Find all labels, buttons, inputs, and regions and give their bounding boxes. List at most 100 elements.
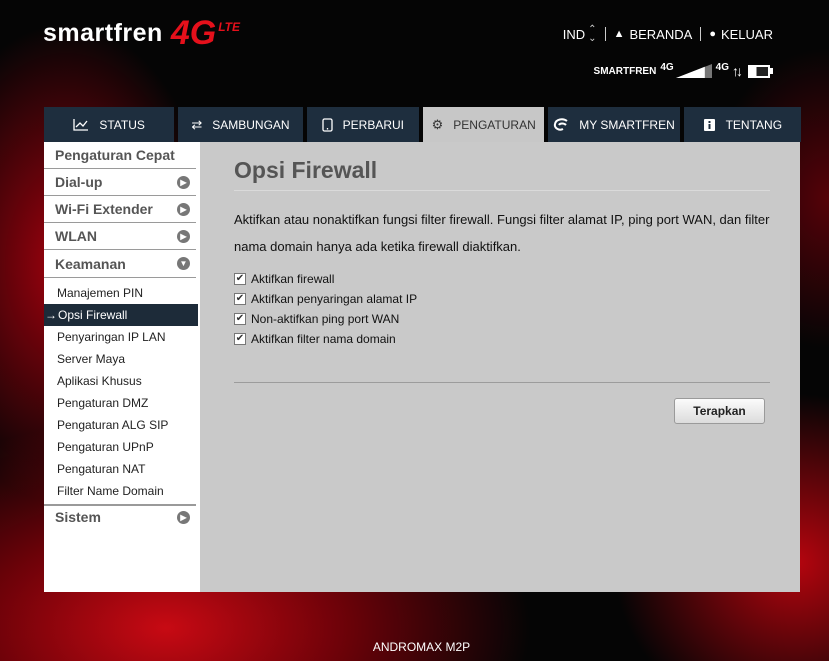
home-link[interactable]: ▲ BERANDA xyxy=(614,27,693,42)
option-disable-wan-ping[interactable]: ✔ Non-aktifkan ping port WAN xyxy=(234,309,770,329)
option-enable-firewall[interactable]: ✔ Aktifkan firewall xyxy=(234,269,770,289)
language-arrows-icon[interactable]: ⌃ ⌄ xyxy=(588,25,596,44)
chevron-right-icon: ▶ xyxy=(177,229,190,243)
sidebar-subitem-alg-sip[interactable]: Pengaturan ALG SIP xyxy=(44,414,200,436)
arrow-right-icon: → xyxy=(45,308,57,322)
top-links: IND ⌃ ⌄ ▲ BERANDA ● KELUAR xyxy=(562,25,773,44)
sidebar-subitem-label: Pengaturan DMZ xyxy=(57,396,149,410)
sidebar-subitem-domain-filter[interactable]: Filter Name Domain xyxy=(44,480,200,502)
sidebar-item-system[interactable]: Sistem ▶ xyxy=(44,505,196,528)
sidebar-subitem-label: Penyaringan IP LAN xyxy=(57,330,166,344)
chevron-right-icon: ▶ xyxy=(177,202,190,216)
content-divider xyxy=(234,382,770,383)
main-nav: STATUS ⇄ SAMBUNGAN PERBARUI ⚙ PENGATURAN… xyxy=(44,107,801,142)
battery-level xyxy=(748,64,770,78)
sidebar-item-security[interactable]: Keamanan ▼ xyxy=(44,250,196,277)
update-icon xyxy=(321,117,333,132)
logo-text: smartfren xyxy=(43,19,163,47)
sidebar-subitem-label: Pengaturan UPnP xyxy=(57,440,154,454)
tab-label: STATUS xyxy=(99,117,145,132)
device-status: SMARTFREN 4G 4G ↑↓ xyxy=(593,61,773,79)
tab-label: PENGATURAN xyxy=(453,117,536,132)
option-label: Aktifkan firewall xyxy=(251,272,335,286)
network-type-label-2: 4G xyxy=(715,61,729,73)
sidebar-subitem-label: Pengaturan NAT xyxy=(57,462,146,476)
tab-perbarui[interactable]: PERBARUI xyxy=(306,107,420,142)
info-icon xyxy=(703,118,716,132)
sidebar-item-label: Keamanan xyxy=(55,255,126,272)
battery-tip xyxy=(770,68,773,74)
tab-my-smartfren[interactable]: MY SMARTFREN xyxy=(548,107,680,142)
page-title: Opsi Firewall xyxy=(234,157,770,191)
button-row: Terapkan xyxy=(234,398,770,424)
sidebar-subitem-virtual-server[interactable]: Server Maya xyxy=(44,348,200,370)
firewall-options: ✔ Aktifkan firewall ✔ Aktifkan penyaring… xyxy=(234,269,770,349)
sidebar-subitem-firewall[interactable]: → Opsi Firewall xyxy=(44,304,198,326)
sidebar-item-wlan[interactable]: WLAN ▶ xyxy=(44,223,196,250)
sidebar-subitem-label: Server Maya xyxy=(57,352,126,366)
sidebar-item-label: WLAN xyxy=(55,228,97,244)
sidebar: Pengaturan Cepat Dial-up ▶ Wi-Fi Extende… xyxy=(44,142,200,592)
sidebar-item-label: Sistem xyxy=(55,509,101,525)
data-transfer-icon: ↑↓ xyxy=(732,63,743,79)
carrier-label: SMARTFREN xyxy=(593,65,657,77)
option-label: Aktifkan penyaringan alamat IP xyxy=(251,292,418,306)
sidebar-item-dialup[interactable]: Dial-up ▶ xyxy=(44,169,196,196)
content-area: Opsi Firewall Aktifkan atau nonaktifkan … xyxy=(234,142,770,424)
divider xyxy=(700,27,702,41)
sidebar-subitem-label: Pengaturan ALG SIP xyxy=(57,418,169,432)
main-panel: Pengaturan Cepat Dial-up ▶ Wi-Fi Extende… xyxy=(44,142,800,592)
sidebar-subitem-special-apps[interactable]: Aplikasi Khusus xyxy=(44,370,200,392)
tab-label: TENTANG xyxy=(725,117,783,132)
sidebar-item-label: Wi-Fi Extender xyxy=(55,201,153,217)
home-icon: ▲ xyxy=(613,28,625,40)
option-label: Aktifkan filter nama domain xyxy=(251,332,396,346)
logout-label: KELUAR xyxy=(720,26,773,42)
tab-pengaturan[interactable]: ⚙ PENGATURAN xyxy=(423,107,545,142)
sidebar-subitem-pin[interactable]: Manajemen PIN xyxy=(44,282,200,304)
sidebar-subitem-label: Filter Name Domain xyxy=(57,484,164,498)
apply-button[interactable]: Terapkan xyxy=(674,398,765,424)
option-domain-filter[interactable]: ✔ Aktifkan filter nama domain xyxy=(234,329,770,349)
checkbox-enable-firewall[interactable]: ✔ xyxy=(234,273,246,285)
logout-link[interactable]: ● KELUAR xyxy=(709,27,773,42)
tab-sambungan[interactable]: ⇄ SAMBUNGAN xyxy=(178,107,303,142)
home-label: BERANDA xyxy=(629,26,693,42)
checkbox-domain-filter[interactable]: ✔ xyxy=(234,333,246,345)
sidebar-subitem-label: Manajemen PIN xyxy=(57,286,144,300)
chevron-right-icon: ▶ xyxy=(177,175,190,189)
language-selector[interactable]: IND ⌃ ⌄ xyxy=(562,25,597,44)
option-ip-filter[interactable]: ✔ Aktifkan penyaringan alamat IP xyxy=(234,289,770,309)
tab-status[interactable]: STATUS xyxy=(44,107,175,142)
logo-4g: 4G xyxy=(170,14,217,52)
sidebar-subitem-dmz[interactable]: Pengaturan DMZ xyxy=(44,392,200,414)
sidebar-subitem-lan-ip-filter[interactable]: Penyaringan IP LAN xyxy=(44,326,200,348)
sidebar-subitem-nat[interactable]: Pengaturan NAT xyxy=(44,458,200,480)
checkbox-disable-wan-ping[interactable]: ✔ xyxy=(234,313,246,325)
sidebar-item-quick-setup[interactable]: Pengaturan Cepat xyxy=(44,142,196,169)
signal-strength-icon xyxy=(675,64,712,78)
option-label: Non-aktifkan ping port WAN xyxy=(251,312,400,326)
sidebar-subitem-label: Opsi Firewall xyxy=(58,308,128,322)
chevron-down-icon: ▼ xyxy=(177,257,190,270)
divider xyxy=(604,27,606,41)
sidebar-subitem-upnp[interactable]: Pengaturan UPnP xyxy=(44,436,200,458)
tab-tentang[interactable]: TENTANG xyxy=(683,107,801,142)
tab-label: SAMBUNGAN xyxy=(212,117,290,132)
user-icon: ● xyxy=(709,28,716,40)
smartfren-icon xyxy=(553,117,569,132)
chart-icon xyxy=(73,118,89,131)
sidebar-item-wifi-extender[interactable]: Wi-Fi Extender ▶ xyxy=(44,196,196,223)
chevron-right-icon: ▶ xyxy=(177,510,190,524)
language-label: IND xyxy=(562,26,586,42)
tab-label: PERBARUI xyxy=(342,117,404,132)
device-model: ANDROMAX M2P xyxy=(372,640,471,654)
transfer-icon: ⇄ xyxy=(191,116,203,132)
battery-icon xyxy=(748,64,773,78)
checkbox-ip-filter[interactable]: ✔ xyxy=(234,293,246,305)
network-type-label: 4G xyxy=(660,61,674,73)
sidebar-subitem-label: Aplikasi Khusus xyxy=(57,374,142,388)
smartfren-logo: smartfren 4G LTE xyxy=(43,14,240,52)
logo-lte: LTE xyxy=(218,20,240,34)
gear-icon: ⚙ xyxy=(431,116,444,132)
